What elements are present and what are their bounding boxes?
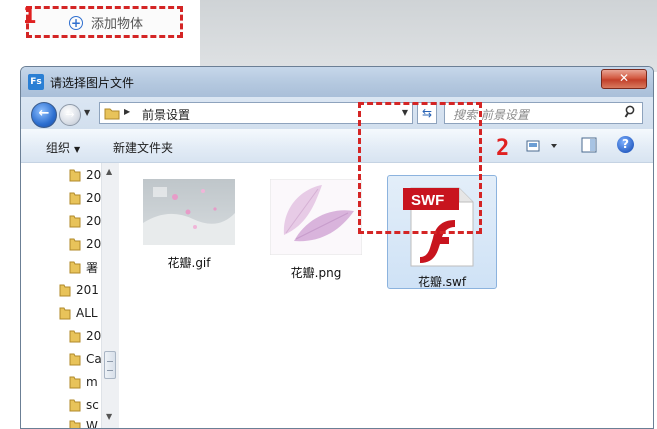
nav-folder-label: 201	[76, 283, 99, 297]
flash-file-icon: SWF	[403, 187, 474, 267]
close-button[interactable]: ✕	[601, 69, 647, 89]
history-dropdown-icon[interactable]: ▼	[84, 108, 90, 117]
png-thumbnail	[269, 178, 363, 256]
breadcrumb-folder[interactable]: 前景设置	[142, 106, 190, 123]
app-logo-icon: Fs	[28, 74, 44, 90]
organize-menu[interactable]: 组织 ▼	[46, 139, 80, 156]
address-dropdown-icon[interactable]: ▼	[402, 108, 408, 117]
nav-folder-label: 20	[86, 191, 102, 205]
file-item-png[interactable]: 花瓣.png	[261, 178, 371, 281]
folder-icon	[69, 376, 81, 389]
nav-folder-item[interactable]: m	[69, 372, 98, 392]
search-placeholder: 搜索 前景设置	[453, 108, 529, 122]
nav-folder-item[interactable]: ALL	[59, 303, 98, 323]
nav-folder-label: Ca	[86, 352, 102, 366]
folder-icon	[59, 307, 71, 320]
file-item-swf[interactable]: SWF 花瓣.swf	[387, 175, 497, 289]
help-icon[interactable]: ?	[617, 136, 634, 153]
folder-icon	[104, 108, 120, 120]
forward-arrow-icon[interactable]: →	[59, 104, 81, 126]
chevron-down-icon: ▼	[74, 145, 81, 154]
folder-icon	[69, 238, 81, 251]
step-annotation-1: 1	[23, 4, 37, 29]
view-options-icon[interactable]	[526, 138, 560, 154]
file-open-dialog: Fs 请选择图片文件 ✕ ← → ▼ ▶ 前景设置 ▼ ⇆ 搜索 前景设置 组织…	[20, 66, 654, 429]
folder-icon	[69, 192, 81, 205]
nav-folder-label: 20	[86, 168, 102, 182]
file-name: 花瓣.gif	[167, 256, 211, 270]
nav-folder-label: m	[86, 375, 98, 389]
host-app-canvas	[200, 0, 657, 72]
nav-folder-item[interactable]: 20	[69, 211, 101, 231]
add-object-label: 添加物体	[91, 16, 144, 32]
folder-icon	[69, 399, 81, 412]
search-input[interactable]: 搜索 前景设置	[444, 102, 643, 124]
search-icon[interactable]	[624, 105, 636, 119]
refresh-icon[interactable]: ⇆	[417, 102, 437, 124]
dialog-toolbar: 组织 ▼ 新建文件夹 ?	[21, 129, 653, 163]
grip-icon	[107, 361, 113, 371]
preview-pane-icon[interactable]	[581, 137, 597, 153]
nav-folder-item[interactable]: Ca	[69, 349, 102, 369]
nav-scrollbar[interactable]: ▲ ▼	[101, 163, 119, 428]
scroll-up-icon[interactable]: ▲	[106, 167, 112, 176]
folder-icon	[59, 284, 71, 297]
nav-folder-item[interactable]: 201	[59, 280, 99, 300]
address-row: ← → ▼ ▶ 前景设置 ▼ ⇆ 搜索 前景设置	[21, 97, 653, 129]
gif-thumbnail	[143, 179, 235, 245]
nav-folder-item[interactable]: 20	[69, 165, 101, 185]
folder-icon	[69, 215, 81, 228]
nav-folder-label: 20	[86, 214, 102, 228]
breadcrumb-arrow-icon[interactable]: ▶	[124, 107, 130, 116]
address-bar[interactable]: ▶ 前景设置 ▼	[99, 102, 413, 124]
nav-folder-label: sc	[86, 398, 99, 412]
file-name: 花瓣.swf	[417, 275, 467, 289]
dialog-titlebar[interactable]: Fs 请选择图片文件 ✕	[21, 67, 653, 97]
folder-icon	[69, 169, 81, 182]
organize-label: 组织	[46, 141, 71, 155]
file-list: 花瓣.gif 花瓣.png SWF 花瓣.swf	[119, 163, 653, 428]
nav-folder-item[interactable]: 20	[69, 326, 101, 346]
file-name: 花瓣.png	[290, 266, 342, 280]
new-folder-button[interactable]: 新建文件夹	[113, 139, 173, 156]
nav-folder-item[interactable]: W	[69, 416, 98, 429]
nav-folder-label: 署	[86, 260, 99, 275]
scroll-down-icon[interactable]: ▼	[106, 412, 112, 421]
step-annotation-2: 2	[496, 136, 510, 161]
dialog-title: 请选择图片文件	[50, 76, 135, 90]
back-arrow-icon[interactable]: ←	[31, 102, 57, 128]
nav-folder-label: 20	[86, 237, 102, 251]
add-circle-icon: +	[69, 16, 83, 30]
folder-icon	[69, 420, 81, 428]
nav-folder-item[interactable]: sc	[69, 395, 99, 415]
nav-folder-label: 20	[86, 329, 102, 343]
folder-icon	[69, 330, 81, 343]
add-object-button[interactable]: + 添加物体	[26, 6, 183, 38]
swf-badge-text: SWF	[411, 192, 444, 209]
nav-folder-item[interactable]: 20	[69, 234, 101, 254]
folder-icon	[69, 353, 81, 366]
nav-folder-item[interactable]: 20	[69, 188, 101, 208]
folder-icon	[69, 261, 81, 274]
nav-folder-item[interactable]: 署	[69, 257, 98, 277]
nav-folder-label: ALL	[76, 306, 98, 320]
file-item-gif[interactable]: 花瓣.gif	[134, 179, 244, 271]
nav-folder-label: W	[86, 419, 98, 429]
scrollbar-thumb[interactable]	[104, 351, 116, 379]
